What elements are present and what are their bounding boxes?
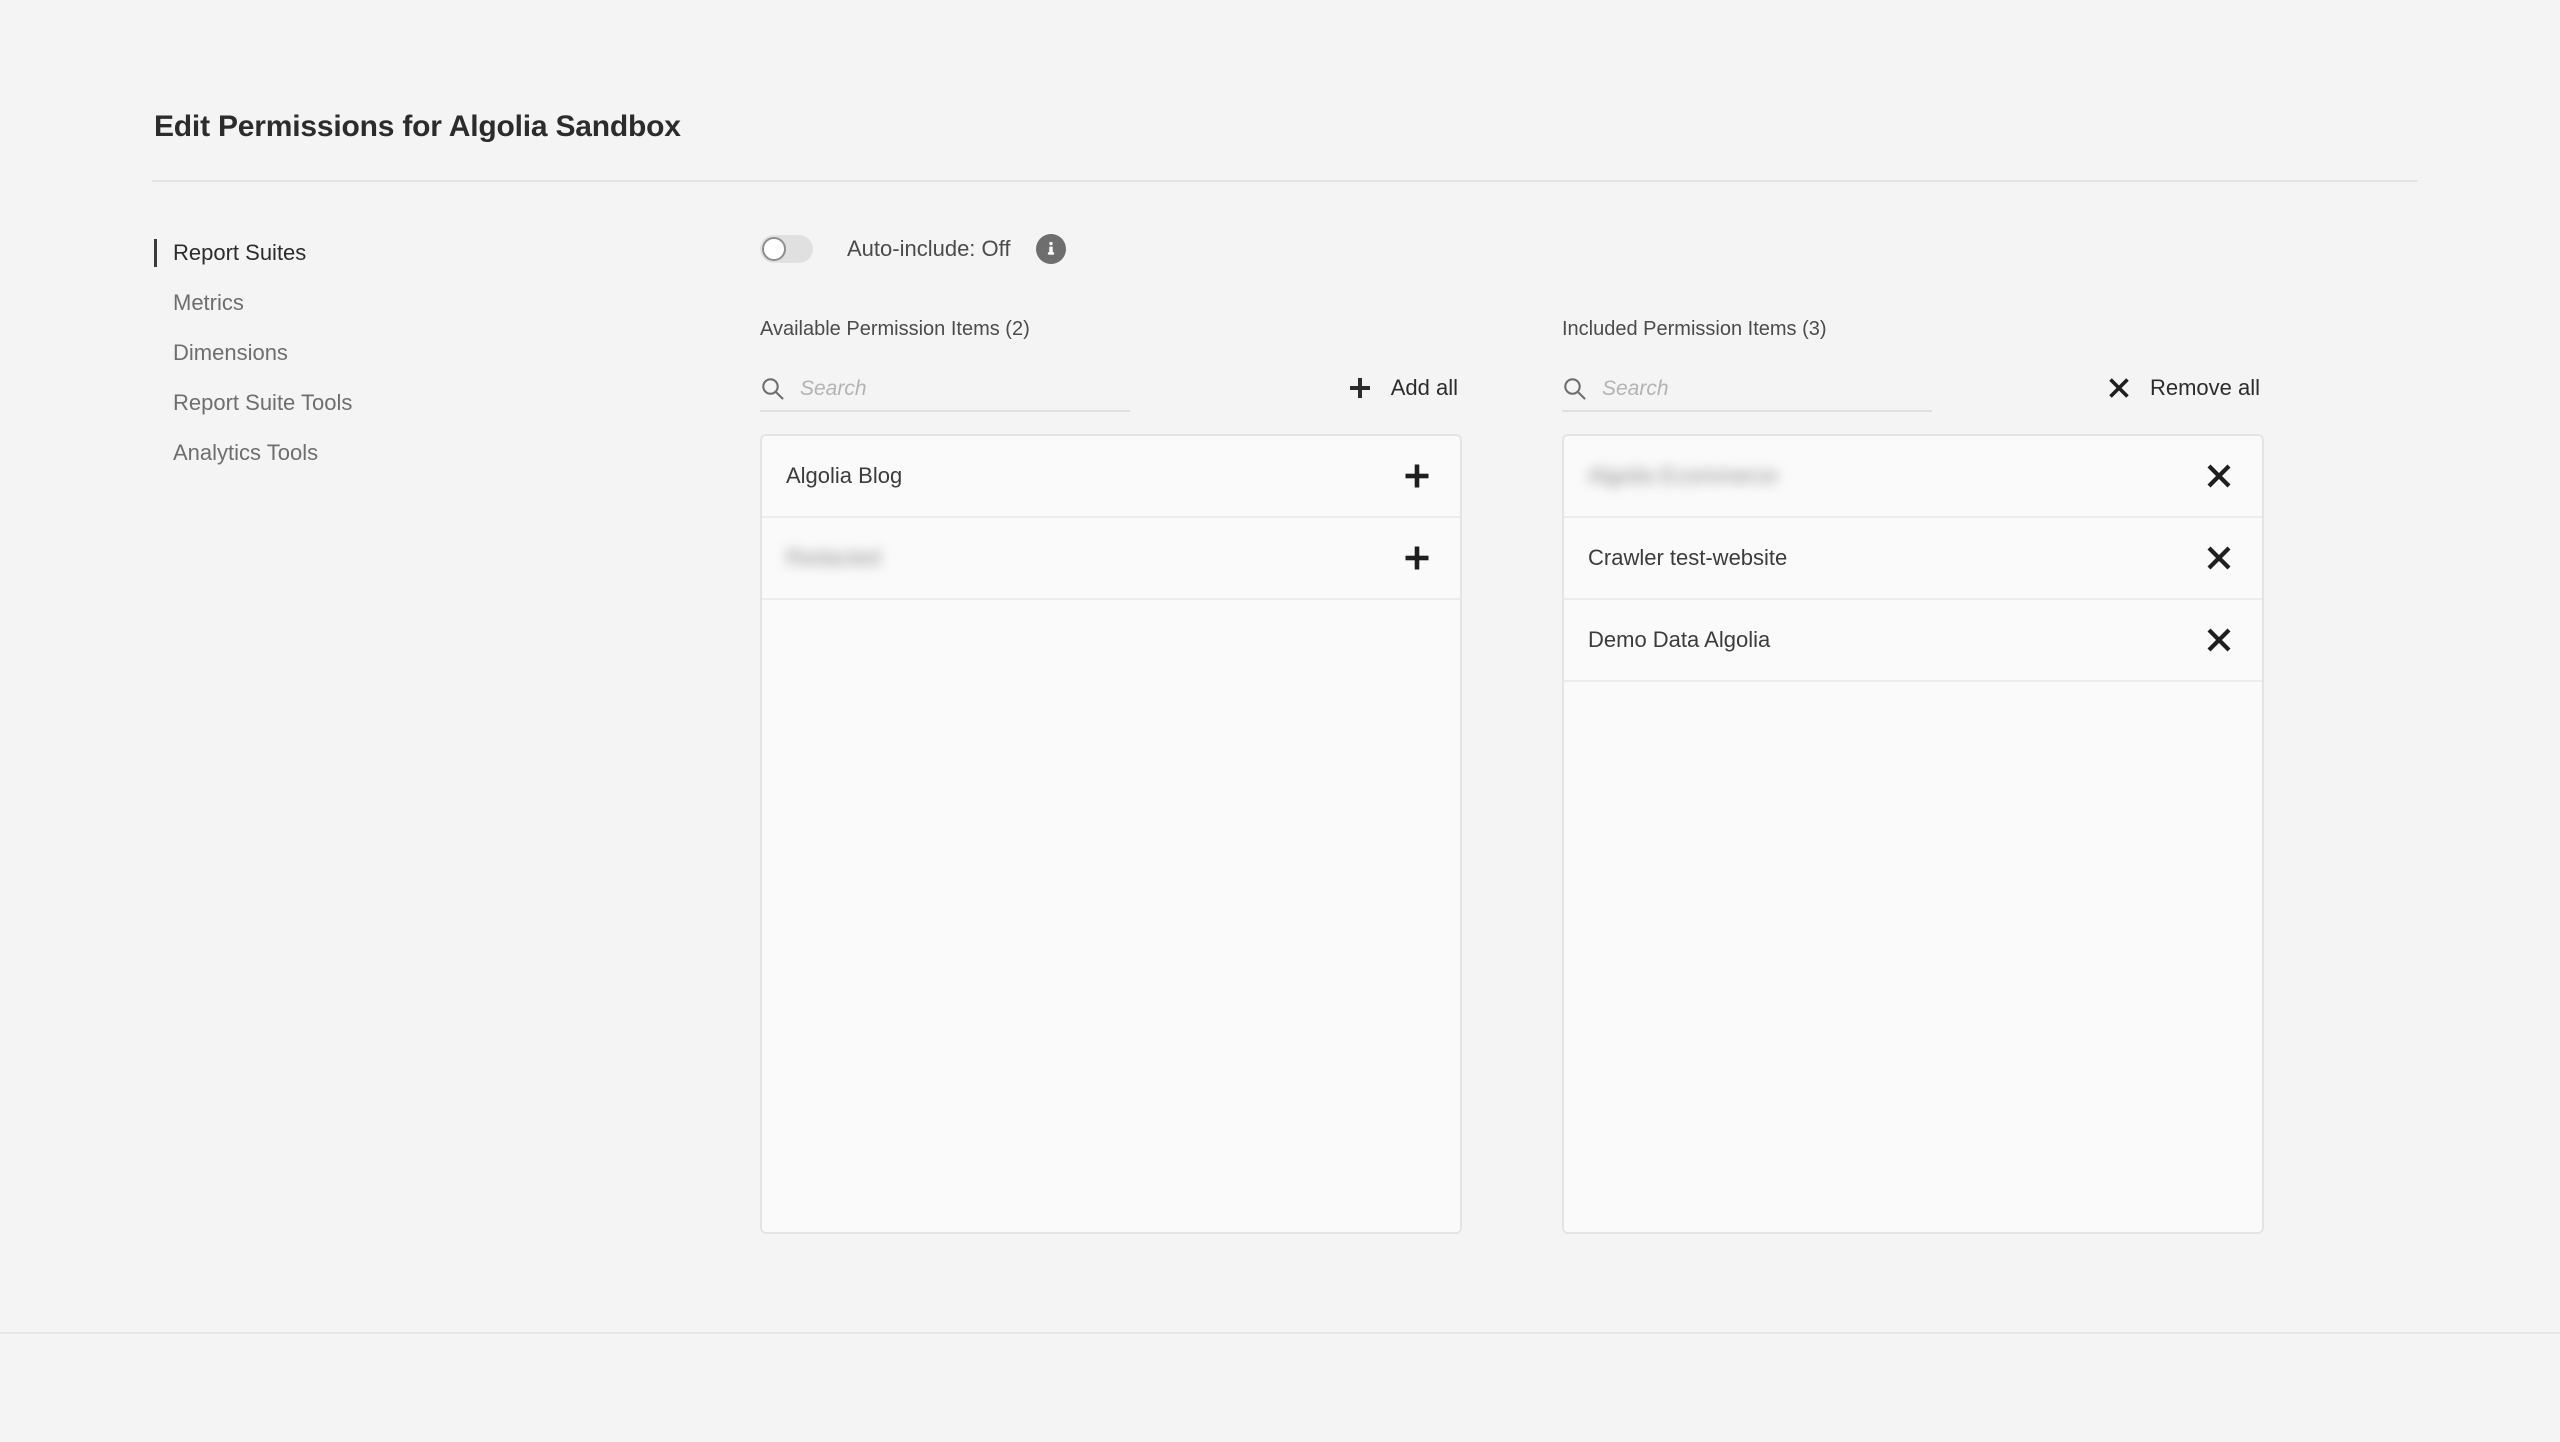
sidebar-item-label: Metrics: [173, 290, 244, 315]
list-item[interactable]: Redacted: [762, 518, 1460, 600]
remove-all-button[interactable]: Remove all: [2102, 368, 2264, 408]
list-item[interactable]: Crawler test-website: [1564, 518, 2262, 600]
available-permission-items-column: Available Permission Items (2) Search Ad…: [760, 318, 1462, 1234]
included-search-field[interactable]: [1562, 368, 1932, 412]
search-icon: [1562, 376, 1588, 402]
sidebar-item-report-suite-tools[interactable]: Report Suite Tools: [154, 378, 444, 428]
available-search-field[interactable]: [760, 368, 1130, 412]
list-item[interactable]: Algolia Ecommerce: [1564, 436, 2262, 518]
available-search-input[interactable]: [800, 377, 1110, 401]
list-item-label: Algolia Blog: [786, 463, 903, 488]
plus-icon: [1347, 375, 1373, 401]
info-circle-icon[interactable]: [1036, 234, 1067, 264]
remove-all-label: Remove all: [2149, 375, 2260, 400]
included-search-input[interactable]: [1602, 377, 1912, 401]
sidebar-item-label: Analytics Tools: [173, 440, 319, 465]
list-item-label: Demo Data Algolia: [1588, 627, 1771, 652]
remove-item-x-icon[interactable]: [2202, 541, 2236, 575]
included-items-list[interactable]: Algolia Ecommerce Crawler test-website D…: [1562, 434, 2264, 1234]
edit-permissions-page: Edit Permissions for Algolia Sandbox Rep…: [0, 0, 2560, 1442]
auto-include-row: Auto-include: Off: [760, 228, 1067, 270]
included-toolbar: Remove all: [1562, 368, 2264, 412]
included-heading: Included Permission Items (3): [1562, 318, 1827, 340]
auto-include-label: Auto-include: Off: [847, 236, 1011, 261]
close-x-icon: [2106, 375, 2132, 401]
sidebar-item-analytics-tools[interactable]: Analytics Tools: [154, 428, 444, 478]
available-toolbar: Add all: [760, 368, 1462, 412]
sidebar-item-label: Report Suite Tools: [173, 390, 353, 415]
footer-action-bar: Cancel Save: [0, 1334, 2560, 1442]
remove-item-x-icon[interactable]: [2202, 623, 2236, 657]
auto-include-toggle[interactable]: [760, 235, 813, 263]
add-all-label: Add all: [1390, 375, 1458, 400]
available-heading: Available Permission Items (2): [760, 318, 1030, 340]
remove-item-x-icon[interactable]: [2202, 459, 2236, 493]
sidebar-item-label: Dimensions: [173, 340, 288, 365]
available-items-list[interactable]: Algolia Blog Redacted: [760, 434, 1462, 1234]
header-divider: [152, 180, 2418, 182]
search-icon: [760, 376, 786, 402]
list-item[interactable]: Algolia Blog: [762, 436, 1460, 518]
page-title: Edit Permissions for Algolia Sandbox: [154, 110, 681, 143]
sidebar-item-label: Report Suites: [173, 240, 307, 265]
sidebar-item-report-suites[interactable]: Report Suites: [154, 228, 444, 278]
sidebar-item-dimensions[interactable]: Dimensions: [154, 328, 444, 378]
included-permission-items-column: Included Permission Items (3) Search Rem…: [1562, 318, 2264, 1234]
add-item-plus-icon[interactable]: [1400, 541, 1434, 575]
list-item-label: Algolia Ecommerce: [1588, 463, 1778, 488]
list-item-label: Redacted: [786, 545, 881, 570]
add-all-button[interactable]: Add all: [1343, 368, 1462, 408]
list-item-label: Crawler test-website: [1588, 545, 1788, 570]
add-item-plus-icon[interactable]: [1400, 459, 1434, 493]
list-item[interactable]: Demo Data Algolia: [1564, 600, 2262, 682]
sidebar-item-metrics[interactable]: Metrics: [154, 278, 444, 328]
permission-category-sidebar: Report Suites Metrics Dimensions Report …: [154, 228, 444, 478]
toggle-knob: [762, 237, 786, 261]
